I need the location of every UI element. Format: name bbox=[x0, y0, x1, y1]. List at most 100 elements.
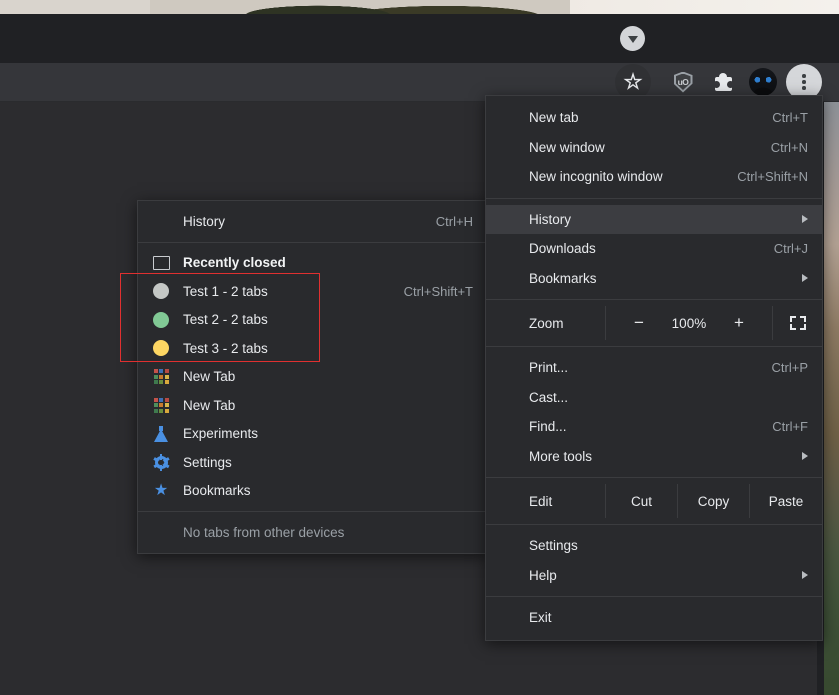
menu-item-downloads[interactable]: Downloads Ctrl+J bbox=[486, 234, 822, 264]
flask-shape bbox=[153, 425, 169, 442]
gear-shape bbox=[152, 453, 170, 471]
paste-button[interactable]: Paste bbox=[750, 484, 822, 518]
menu-item-label: New tab bbox=[529, 110, 579, 126]
menu-item-accel: Ctrl+P bbox=[771, 360, 808, 376]
page-content-sheen bbox=[560, 0, 839, 14]
puzzle-shape bbox=[712, 73, 734, 92]
new-tab-grid-favicon bbox=[152, 368, 170, 386]
menu-item-settings[interactable]: Settings bbox=[486, 531, 822, 561]
grid-favicon-shape bbox=[153, 397, 169, 413]
menu-item-help[interactable]: Help bbox=[486, 561, 822, 591]
menu-item-label: History bbox=[183, 213, 226, 229]
menu-item-print[interactable]: Print... Ctrl+P bbox=[486, 353, 822, 383]
page-content-landscape bbox=[150, 0, 570, 14]
menu-item-label: History bbox=[529, 211, 572, 227]
menu-item-label: Print... bbox=[529, 360, 569, 376]
list-item-label: New Tab bbox=[183, 397, 236, 413]
divider bbox=[486, 596, 822, 597]
divider bbox=[138, 241, 487, 243]
new-tab-grid-favicon bbox=[152, 396, 170, 414]
menu-item-label: New incognito window bbox=[529, 169, 663, 185]
list-item-label: New Tab bbox=[183, 369, 236, 385]
puzzle-notch-left bbox=[712, 80, 720, 88]
menu-item-accel: Ctrl+H bbox=[435, 213, 473, 229]
list-item[interactable]: New Tab bbox=[138, 391, 487, 420]
avatar-image bbox=[749, 68, 777, 96]
list-item[interactable]: Test 3 - 2 tabs bbox=[138, 334, 487, 363]
shield-shape: uO bbox=[673, 71, 693, 93]
list-item-label: Experiments bbox=[183, 426, 259, 442]
zoom-controls: − 100% + bbox=[606, 306, 774, 340]
circle-icon bbox=[152, 282, 170, 300]
menu-item-new-window[interactable]: New window Ctrl+N bbox=[486, 133, 822, 163]
menu-item-new-incognito-window[interactable]: New incognito window Ctrl+Shift+N bbox=[486, 162, 822, 192]
list-item[interactable]: New Tab bbox=[138, 363, 487, 392]
session-color-dot bbox=[153, 311, 169, 328]
fullscreen-icon bbox=[789, 316, 806, 330]
list-item-label: Test 3 - 2 tabs bbox=[183, 340, 268, 356]
puzzle-notch-right bbox=[726, 80, 734, 88]
submenu-item-history[interactable]: History Ctrl+H bbox=[138, 207, 487, 236]
history-submenu: History Ctrl+H Recently closed Test 1 - … bbox=[137, 200, 488, 554]
list-item-label: Settings bbox=[183, 454, 232, 470]
menu-item-label: Exit bbox=[529, 610, 552, 626]
menu-item-accel: Ctrl+T bbox=[772, 110, 808, 126]
menu-item-new-tab[interactable]: New tab Ctrl+T bbox=[486, 103, 822, 133]
menu-item-label: Cast... bbox=[529, 389, 569, 405]
zoom-row: Zoom − 100% + bbox=[486, 306, 822, 340]
menu-item-label: Settings bbox=[529, 538, 578, 554]
list-item-experiments[interactable]: Experiments bbox=[138, 420, 487, 449]
zoom-level-value: 100% bbox=[671, 315, 707, 331]
chevron-right-icon bbox=[802, 274, 808, 283]
copy-button[interactable]: Copy bbox=[678, 484, 750, 518]
chrome-main-menu: New tab Ctrl+T New window Ctrl+N New inc… bbox=[485, 95, 823, 641]
zoom-in-button[interactable]: + bbox=[732, 313, 746, 333]
browser-tabstrip-area bbox=[0, 14, 839, 63]
menu-item-accel: Ctrl+N bbox=[770, 139, 808, 155]
menu-item-cast[interactable]: Cast... bbox=[486, 383, 822, 413]
divider bbox=[486, 524, 822, 525]
menu-item-exit[interactable]: Exit bbox=[486, 603, 822, 633]
chevron-right-icon bbox=[802, 452, 808, 461]
divider bbox=[486, 477, 822, 478]
menu-item-label: New window bbox=[529, 139, 605, 155]
cut-button[interactable]: Cut bbox=[606, 484, 678, 518]
menu-item-label: More tools bbox=[529, 448, 593, 464]
divider bbox=[486, 197, 822, 199]
zoom-out-button[interactable]: − bbox=[632, 313, 646, 333]
grid-favicon-shape bbox=[153, 369, 169, 385]
menu-item-label: Help bbox=[529, 567, 557, 583]
window-restore-icon bbox=[152, 254, 170, 272]
circle-icon bbox=[152, 311, 170, 329]
star-icon: ★ bbox=[152, 482, 170, 500]
list-item-bookmarks[interactable]: ★ Bookmarks bbox=[138, 477, 487, 506]
menu-item-bookmarks[interactable]: Bookmarks bbox=[486, 264, 822, 294]
list-item-label: Test 2 - 2 tabs bbox=[183, 312, 268, 328]
edit-label-text: Edit bbox=[529, 493, 553, 509]
flask-icon bbox=[152, 425, 170, 443]
status-text: No tabs from other devices bbox=[183, 524, 345, 540]
menu-item-more-tools[interactable]: More tools bbox=[486, 442, 822, 472]
menu-item-find[interactable]: Find... Ctrl+F bbox=[486, 412, 822, 442]
divider bbox=[138, 511, 487, 512]
chevron-right-icon bbox=[802, 571, 808, 580]
list-item[interactable]: Test 2 - 2 tabs bbox=[138, 306, 487, 335]
three-dot-glyph bbox=[802, 74, 806, 90]
page-content-photo bbox=[824, 102, 839, 695]
menu-item-accel: Ctrl+J bbox=[773, 241, 808, 257]
list-item-settings[interactable]: Settings bbox=[138, 448, 487, 477]
session-color-dot bbox=[153, 283, 169, 300]
menu-item-accel: Ctrl+F bbox=[772, 419, 808, 435]
list-item-label: Test 1 - 2 tabs bbox=[183, 283, 268, 299]
menu-item-accel: Ctrl+Shift+N bbox=[737, 169, 808, 185]
fullscreen-button[interactable] bbox=[773, 306, 822, 340]
page-content-top-strip bbox=[0, 0, 839, 14]
list-item[interactable]: Test 1 - 2 tabs Ctrl+Shift+T bbox=[138, 277, 487, 306]
shield-label: uO bbox=[677, 76, 689, 87]
zoom-label-text: Zoom bbox=[529, 315, 564, 331]
menu-item-history[interactable]: History bbox=[486, 204, 822, 234]
chevron-down-circle-icon[interactable] bbox=[620, 26, 645, 51]
puzzle-knob bbox=[719, 73, 727, 81]
divider bbox=[486, 299, 822, 300]
menu-item-label: Find... bbox=[529, 419, 567, 435]
